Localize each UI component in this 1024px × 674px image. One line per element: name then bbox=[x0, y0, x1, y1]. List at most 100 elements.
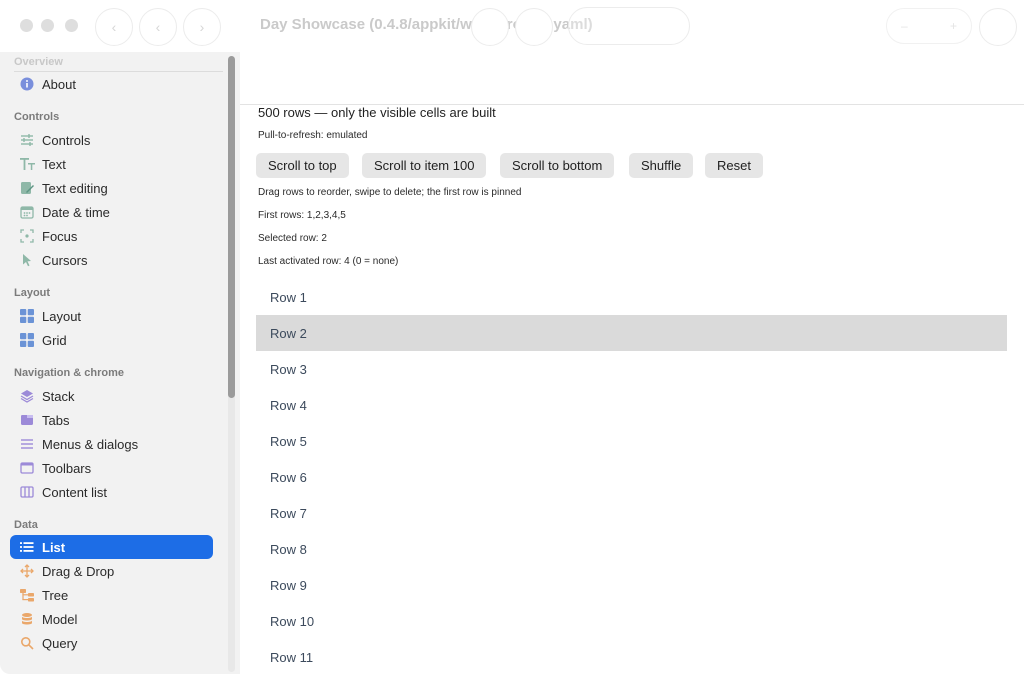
pencil-icon bbox=[19, 180, 35, 196]
plus-icon: + bbox=[949, 19, 957, 33]
list-row[interactable]: Row 6 bbox=[256, 459, 1007, 495]
scroll-to-top-button[interactable]: Scroll to top bbox=[256, 153, 349, 178]
sidebar-item-tree[interactable]: Tree bbox=[10, 583, 213, 607]
info-icon bbox=[19, 76, 35, 92]
calendar-icon bbox=[19, 204, 35, 220]
chevron-left-icon: ‹ bbox=[155, 19, 161, 35]
sidebar-item-drag-drop[interactable]: Drag & Drop bbox=[10, 559, 213, 583]
tree-icon bbox=[19, 587, 35, 603]
scroll-to-bottom-button[interactable]: Scroll to bottom bbox=[500, 153, 615, 178]
list-icon bbox=[19, 539, 35, 555]
sidebar-item-label: Menus & dialogs bbox=[42, 436, 139, 452]
tabs-icon bbox=[19, 412, 35, 428]
magnifier-icon bbox=[19, 635, 35, 651]
list-row[interactable]: Row 5 bbox=[256, 423, 1007, 459]
sidebar-item-toolbars[interactable]: Toolbars bbox=[10, 456, 213, 480]
layout-icon bbox=[19, 308, 35, 324]
sidebar-item-label: Drag & Drop bbox=[42, 563, 115, 579]
sidebar-item-label: Date & time bbox=[42, 204, 110, 220]
close-window-button[interactable] bbox=[20, 19, 33, 32]
shuffle-button[interactable]: Shuffle bbox=[629, 153, 694, 178]
reset-button[interactable]: Reset bbox=[705, 153, 763, 178]
sidebar-item-label: Tree bbox=[42, 587, 69, 603]
text-size-icon bbox=[19, 156, 35, 172]
minus-icon: – bbox=[901, 19, 908, 33]
sidebar-item-list[interactable]: List bbox=[10, 535, 213, 559]
toolbar-button-1[interactable] bbox=[471, 8, 509, 46]
sidebar-item-label: Text bbox=[42, 156, 66, 172]
sidebar-item-cursors[interactable]: Cursors bbox=[10, 248, 213, 272]
sidebar-item-menus-dialogs[interactable]: Menus & dialogs bbox=[10, 432, 213, 456]
sidebar-scrollbar-thumb[interactable] bbox=[228, 56, 235, 398]
sliders-icon bbox=[19, 132, 35, 148]
list-row[interactable]: Row 3 bbox=[256, 351, 1007, 387]
scroll-to-item-button[interactable]: Scroll to item 100 bbox=[362, 153, 487, 178]
list-row[interactable]: Row 2 bbox=[256, 315, 1007, 351]
list-row[interactable]: Row 1 bbox=[256, 279, 1007, 315]
toolbar-segmented-control[interactable]: – + bbox=[886, 8, 972, 44]
toolbar-search-pill[interactable] bbox=[568, 7, 690, 45]
selected-row-readout: Selected row: 2 bbox=[258, 233, 327, 244]
sidebar-item-label: Controls bbox=[42, 132, 91, 148]
sidebar-item-text-editing[interactable]: Text editing bbox=[10, 176, 213, 200]
pull-to-refresh-status: Pull-to-refresh: emulated bbox=[258, 130, 368, 141]
sidebar-heading-data: Data bbox=[14, 519, 38, 531]
title-bar: ‹ ‹ › Day Showcase (0.4.8/appkit/walkthr… bbox=[0, 0, 1024, 52]
sidebar-item-label: Focus bbox=[42, 228, 78, 244]
sidebar-item-label: Content list bbox=[42, 484, 108, 500]
sidebar-item-label: Query bbox=[42, 635, 78, 651]
sidebar-item-label: Text editing bbox=[42, 180, 108, 196]
focus-icon bbox=[19, 228, 35, 244]
list-row[interactable]: Row 10 bbox=[256, 603, 1007, 639]
list-row[interactable]: Row 7 bbox=[256, 495, 1007, 531]
sidebar-item-focus[interactable]: Focus bbox=[10, 224, 213, 248]
main-content: 500 rows — only the visible cells are bu… bbox=[240, 52, 1024, 674]
stack-icon bbox=[19, 388, 35, 404]
sidebar-item-text[interactable]: Text bbox=[10, 152, 213, 176]
sidebar-item-tabs[interactable]: Tabs bbox=[10, 408, 213, 432]
sidebar-item-label: Model bbox=[42, 611, 78, 627]
sidebar-item-content-list[interactable]: Content list bbox=[10, 480, 213, 504]
list-row[interactable]: Row 8 bbox=[256, 531, 1007, 567]
sidebar-heading-layout: Layout bbox=[14, 287, 51, 299]
sidebar-item-layout[interactable]: Layout bbox=[10, 304, 213, 328]
sidebar-item-query[interactable]: Query bbox=[10, 631, 213, 655]
chevron-right-icon: › bbox=[199, 19, 205, 35]
menu-icon bbox=[19, 436, 35, 452]
move-icon bbox=[19, 563, 35, 579]
sidebar-toggle-button[interactable]: ‹ bbox=[95, 8, 133, 46]
list-description: 500 rows — only the visible cells are bu… bbox=[258, 105, 496, 120]
sidebar-item-stack[interactable]: Stack bbox=[10, 384, 213, 408]
sidebar-scrollbar[interactable] bbox=[228, 56, 235, 672]
back-button[interactable]: ‹ bbox=[139, 8, 177, 46]
sidebar-item-model[interactable]: Model bbox=[10, 607, 213, 631]
sidebar-item-about[interactable]: About bbox=[10, 72, 213, 96]
sidebar-item-label: Grid bbox=[42, 332, 67, 348]
sidebar-item-date-time[interactable]: Date & time bbox=[10, 200, 213, 224]
sidebar-heading-navigation: Navigation & chrome bbox=[14, 367, 125, 379]
list-row[interactable]: Row 11 bbox=[256, 639, 1007, 674]
sidebar-item-label: Layout bbox=[42, 308, 82, 324]
chevron-left-icon: ‹ bbox=[111, 19, 117, 35]
forward-button[interactable]: › bbox=[183, 8, 221, 46]
sidebar-item-label: Stack bbox=[42, 388, 75, 404]
zoom-window-button[interactable] bbox=[65, 19, 78, 32]
list-row[interactable]: Row 9 bbox=[256, 567, 1007, 603]
database-icon bbox=[19, 611, 35, 627]
virtual-list[interactable]: Row 1 Row 2 Row 3 Row 4 Row 5 Row 6 Row 7 Row 8… bbox=[256, 279, 1007, 674]
sidebar-item-controls[interactable]: Controls bbox=[10, 128, 213, 152]
sidebar-item-label: Cursors bbox=[42, 252, 88, 268]
toolbar-button-2[interactable] bbox=[515, 8, 553, 46]
grid-icon bbox=[19, 332, 35, 348]
list-row[interactable]: Row 4 bbox=[256, 387, 1007, 423]
toolbar-icon bbox=[19, 460, 35, 476]
sidebar: Overview About Controls Controls Text Te… bbox=[0, 52, 240, 674]
minimize-window-button[interactable] bbox=[41, 19, 54, 32]
toolbar-action-button[interactable] bbox=[979, 8, 1017, 46]
sidebar-item-label: Tabs bbox=[42, 412, 70, 428]
cursor-icon bbox=[19, 252, 35, 268]
first-rows-readout: First rows: 1,2,3,4,5 bbox=[258, 210, 346, 221]
sidebar-heading-controls: Controls bbox=[14, 111, 60, 123]
last-activated-readout: Last activated row: 4 (0 = none) bbox=[258, 256, 399, 267]
sidebar-item-grid[interactable]: Grid bbox=[10, 328, 213, 352]
